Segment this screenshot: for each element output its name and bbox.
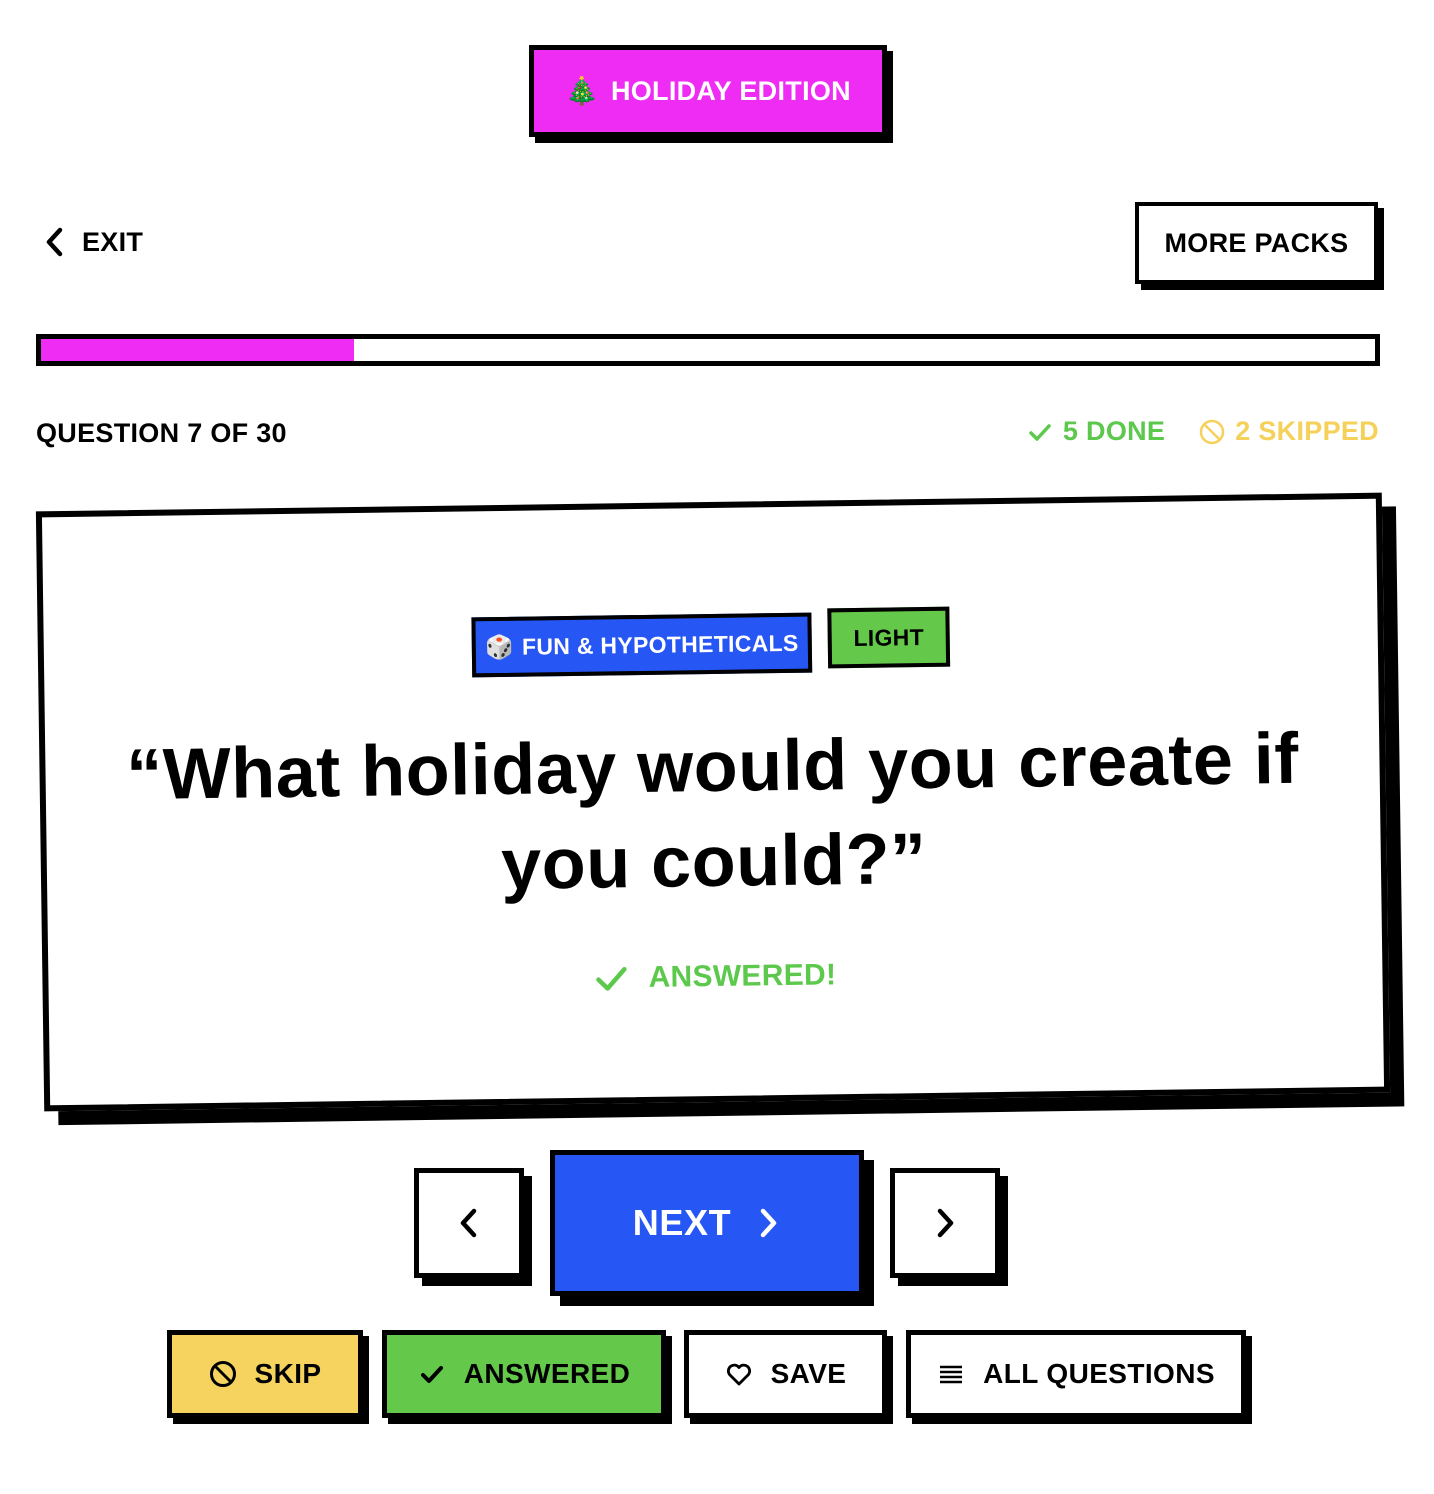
card-body: 🎲 FUN & HYPOTHETICALS LIGHT “What holida…	[35, 492, 1391, 1112]
chevron-left-icon	[46, 227, 63, 257]
edition-badge-container: 🎄 HOLIDAY EDITION	[529, 45, 893, 144]
chevron-right-icon	[760, 1208, 777, 1238]
category-tag: 🎲 FUN & HYPOTHETICALS	[471, 612, 813, 678]
answered-status: ANSWERED!	[48, 951, 1382, 1004]
question-card: 🎲 FUN & HYPOTHETICALS LIGHT “What holida…	[35, 492, 1405, 1126]
skip-label: SKIP	[254, 1358, 322, 1389]
forward-button[interactable]	[890, 1168, 1000, 1278]
question-text: “What holiday would you create if you co…	[125, 718, 1300, 905]
progress-bar-fill	[41, 339, 355, 361]
answered-label: ANSWERED	[463, 1358, 631, 1389]
done-stat: 5 DONE	[1027, 416, 1165, 447]
all-questions-label: ALL QUESTIONS	[983, 1358, 1215, 1389]
check-icon	[1029, 423, 1051, 441]
save-label: SAVE	[770, 1358, 847, 1389]
done-count: 5 DONE	[1062, 416, 1166, 446]
edition-badge-label: HOLIDAY EDITION	[610, 75, 851, 106]
category-label: FUN & HYPOTHETICALS	[521, 629, 799, 660]
chevron-left-icon	[460, 1208, 477, 1238]
all-questions-button[interactable]: ALL QUESTIONS	[906, 1330, 1246, 1418]
session-stats: 5 DONE 2 SKIPPED	[1027, 416, 1379, 447]
tree-icon: 🎄	[565, 76, 599, 107]
progress-bar	[36, 334, 1380, 366]
ban-icon	[209, 1361, 236, 1387]
heart-icon	[726, 1363, 751, 1386]
chevron-right-icon	[937, 1208, 954, 1238]
skipped-stat: 2 SKIPPED	[1199, 416, 1379, 447]
level-tag: LIGHT	[827, 606, 951, 669]
exit-button[interactable]: EXIT	[42, 224, 143, 260]
list-icon	[940, 1365, 963, 1384]
previous-button[interactable]	[414, 1168, 524, 1278]
ban-icon	[1199, 419, 1225, 444]
skip-button[interactable]: SKIP	[167, 1330, 363, 1418]
question-tags: 🎲 FUN & HYPOTHETICALS LIGHT	[43, 605, 1378, 684]
edition-badge: 🎄 HOLIDAY EDITION	[529, 45, 887, 137]
mark-answered-button[interactable]: ANSWERED	[382, 1330, 666, 1418]
answered-status-label: ANSWERED!	[648, 958, 837, 994]
save-button[interactable]: SAVE	[684, 1330, 887, 1418]
next-label: NEXT	[632, 1202, 732, 1243]
question-counter: QUESTION 7 OF 30	[36, 418, 287, 448]
more-packs-button[interactable]: MORE PACKS	[1135, 202, 1378, 284]
check-icon	[596, 967, 627, 991]
next-button[interactable]: NEXT	[550, 1150, 864, 1296]
dice-icon: 🎲	[484, 634, 515, 661]
check-icon	[420, 1366, 443, 1383]
exit-label: EXIT	[82, 226, 144, 257]
skipped-count: 2 SKIPPED	[1235, 416, 1379, 446]
